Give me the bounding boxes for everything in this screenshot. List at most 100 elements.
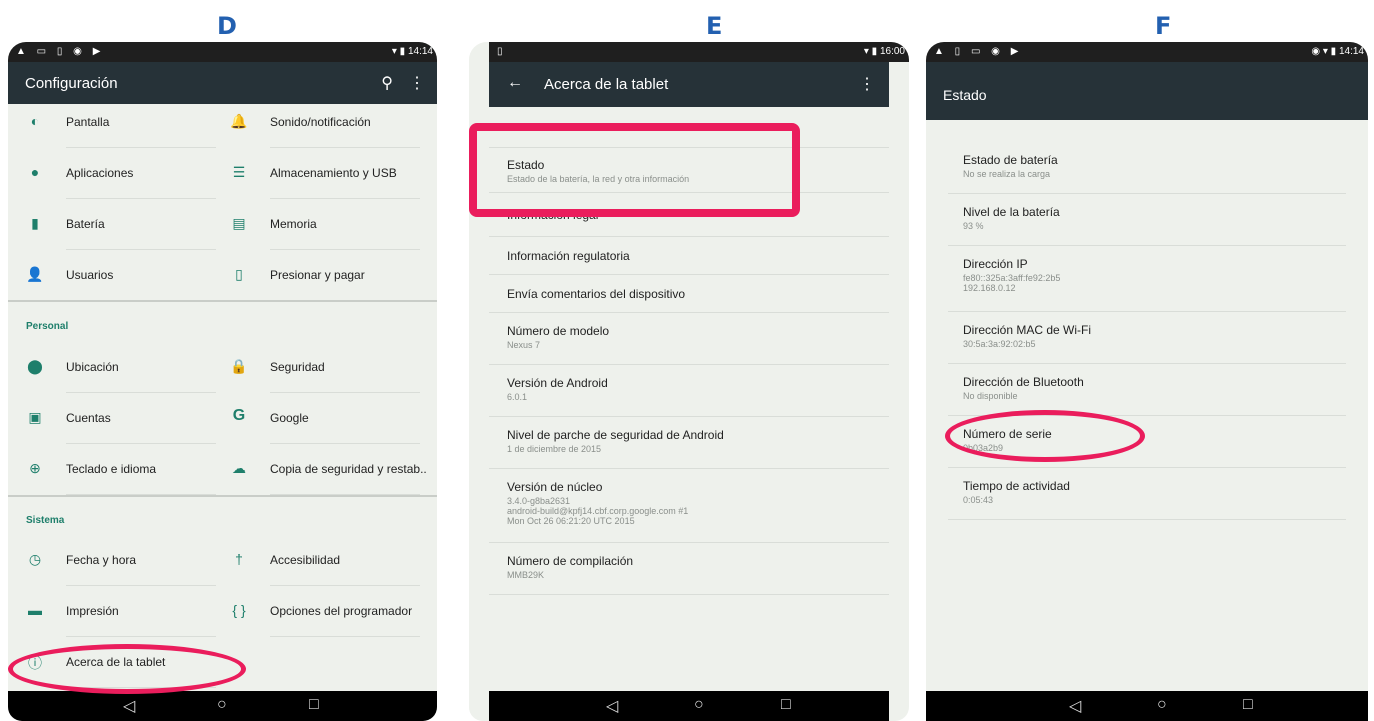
setting-item[interactable]: G Google [230, 394, 420, 444]
more-vert-icon[interactable]: ⋮ [859, 74, 875, 94]
status-bar: ▲ ▯ ▭ ◉ ▶ ◉ ▾ ▮ 14:14 [926, 42, 1368, 62]
setting-item-label: Fecha y hora [66, 553, 137, 567]
setting-item-label: Presionar y pagar [270, 268, 365, 282]
setting-item-label: Memoria [270, 217, 317, 231]
brightness-icon: ◐ [30, 113, 40, 129]
setting-item[interactable]: { } Opciones del programador [230, 587, 420, 637]
notification-icons: ▲ ▭ ▯ ◉ ▶ [16, 46, 105, 57]
divider [66, 636, 216, 637]
setting-item[interactable]: ☰ Almacenamiento y USB [230, 149, 420, 199]
back-icon[interactable]: ◁ [1069, 696, 1081, 716]
bell-icon: 🔔 [230, 113, 248, 129]
setting-item[interactable]: ▣ Cuentas [26, 394, 216, 444]
highlight-about-tablet [8, 644, 246, 694]
list-item-subtitle: 93 % [963, 221, 984, 231]
divider [66, 198, 216, 199]
setting-item[interactable]: 👤 Usuarios [26, 251, 216, 301]
status-time: ▾ ▮ 14:14 [391, 46, 433, 57]
cloud-upload-icon: ☁ [232, 460, 246, 476]
list-item-title: Estado de batería [963, 153, 1058, 167]
about-list-item[interactable]: Número de compilación MMB29K [489, 543, 889, 595]
section-divider [8, 300, 437, 302]
section-divider [8, 495, 437, 497]
list-item-title: Nivel de la batería [963, 205, 1060, 219]
clock-text: 14:14 [1338, 46, 1364, 57]
setting-item[interactable]: 🔒 Seguridad [230, 343, 420, 393]
back-icon[interactable]: ◁ [606, 696, 618, 716]
recents-icon[interactable]: □ [309, 696, 319, 714]
arrow-back-icon[interactable]: ← [507, 74, 523, 92]
recents-icon[interactable]: □ [1243, 696, 1253, 714]
more-vert-icon[interactable]: ⋮ [409, 73, 425, 93]
back-icon[interactable]: ◁ [123, 696, 135, 716]
list-item-title: Dirección IP [963, 257, 1028, 271]
list-item-subtitle: 1 de diciembre de 2015 [507, 444, 602, 454]
home-icon[interactable]: ○ [217, 696, 227, 714]
about-list-item[interactable]: Envía comentarios del dispositivo [489, 275, 889, 313]
setting-item[interactable]: ▮ Batería [26, 200, 216, 250]
panel-label-f: F [1155, 12, 1172, 40]
search-icon[interactable]: ⚲ [381, 73, 393, 93]
status-bar: ▲ ▭ ▯ ◉ ▶ ▾ ▮ 14:14 [8, 42, 437, 62]
setting-item-label: Batería [66, 217, 105, 231]
setting-item[interactable]: 🔔 Sonido/notificación [230, 98, 420, 148]
location-icon: ⬤ [27, 358, 43, 374]
setting-item[interactable]: ⬤ Ubicación [26, 343, 216, 393]
divider [66, 443, 216, 444]
about-list-item[interactable]: Versión de núcleo 3.4.0-g8ba2631 android-… [489, 469, 889, 543]
status-list-item: Dirección IP fe80::325a:3aff:fe92:2b5 192… [926, 246, 1368, 312]
setting-item-label: Teclado e idioma [66, 462, 157, 476]
recents-icon[interactable]: □ [781, 696, 791, 714]
about-list-item[interactable]: Información regulatoria [489, 237, 889, 275]
page-title: Acerca de la tablet [544, 76, 669, 93]
setting-item-label: Sonido/notificación [270, 115, 371, 129]
list-item-subtitle: 0:05:43 [963, 495, 994, 505]
setting-item[interactable]: ▬ Impresión [26, 587, 216, 637]
panel-label-d: D [217, 12, 237, 40]
setting-item-label: Google [270, 411, 309, 425]
status-list-item: Estado de batería No se realiza la carga [926, 142, 1368, 194]
list-item-title: Dirección MAC de Wi-Fi [963, 323, 1092, 337]
list-item-subtitle: 3.4.0-g8ba2631 android-build@kpfj14.cbf.… [507, 496, 689, 526]
app-toolbar: Estado [926, 62, 1368, 120]
about-list-item[interactable]: Nivel de parche de seguridad de Android 1… [489, 417, 889, 469]
about-list-item[interactable]: Número de modelo Nexus 7 [489, 313, 889, 365]
setting-item[interactable]: ◷ Fecha y hora [26, 536, 216, 586]
about-list-item[interactable]: Versión de Android 6.0.1 [489, 365, 889, 417]
home-icon[interactable]: ○ [1157, 696, 1167, 714]
list-item-subtitle: MMB29K [507, 570, 545, 580]
setting-item[interactable]: ◐ Pantalla [26, 98, 216, 148]
divider [948, 519, 1346, 520]
setting-item-label: Ubicación [66, 360, 119, 374]
list-item-title: Número de modelo [507, 324, 610, 338]
setting-item[interactable]: ● Aplicaciones [26, 149, 216, 199]
home-icon[interactable]: ○ [694, 696, 704, 714]
divider [66, 147, 216, 148]
setting-item[interactable]: ▯ Presionar y pagar [230, 251, 420, 301]
clock-icon: ◷ [28, 551, 42, 567]
print-icon: ▬ [28, 602, 42, 618]
setting-item[interactable]: ▤ Memoria [230, 200, 420, 250]
setting-item[interactable]: ⊕ Teclado e idioma [26, 445, 216, 495]
highlight-estado [469, 123, 800, 217]
list-item-subtitle: No disponible [963, 391, 1018, 401]
list-item-subtitle: Nexus 7 [507, 340, 541, 350]
setting-item[interactable]: † Accesibilidad [230, 536, 420, 586]
android-icon: ● [30, 164, 40, 180]
divider [66, 249, 216, 250]
divider [270, 443, 420, 444]
list-item-title: Versión de núcleo [507, 480, 603, 494]
setting-item-label: Cuentas [66, 411, 111, 425]
account-icon: ▣ [28, 409, 42, 425]
setting-item-label: Pantalla [66, 115, 110, 129]
divider [270, 636, 420, 637]
setting-item[interactable]: ☁ Copia de seguridad y restab.. [230, 445, 427, 495]
highlight-serial-number [945, 410, 1145, 462]
tap-pay-icon: ▯ [235, 266, 243, 282]
setting-item-label: Aplicaciones [66, 166, 134, 180]
divider [270, 249, 420, 250]
setting-item-label: Impresión [66, 604, 119, 618]
notification-icons: ▲ ▯ ▭ ◉ ▶ [934, 46, 1023, 57]
notification-icons: ▯ [497, 46, 507, 57]
globe-icon: ⊕ [29, 460, 41, 476]
